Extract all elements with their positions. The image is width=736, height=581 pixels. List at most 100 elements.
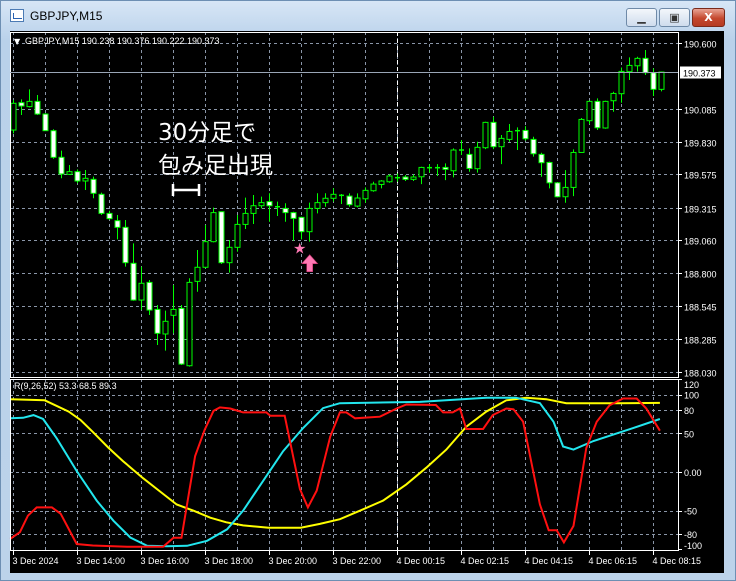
candle-bullish [322,197,329,204]
candle-bullish [498,137,505,148]
candle-bearish [106,212,113,220]
candle-bullish [258,202,265,207]
candle-bullish [506,130,513,140]
price-label: 189.060 [684,237,717,247]
candle-bearish [98,193,105,214]
price-label: 190.085 [684,106,717,116]
price-label: 189.575 [684,171,717,181]
time-label: 4 Dec 08:15 [653,556,702,566]
candle-bullish [306,207,313,233]
candle-bullish [242,212,249,225]
candle-bearish [650,72,657,90]
time-label: 4 Dec 06:15 [589,556,638,566]
candle-bullish [234,223,241,248]
candle-bearish [130,262,137,301]
price-label: 189.315 [684,205,717,215]
candle-bearish [146,281,153,311]
candle-bullish [610,92,617,102]
candle-bearish [266,201,273,207]
indicator-axis-label: 120 [684,380,699,390]
candle-bearish [218,211,225,264]
candle-bullish [314,202,321,209]
candle-bullish [410,176,417,180]
candle-bearish [546,161,553,184]
candle-bullish [602,100,609,129]
candle-bullish [66,171,73,175]
candle-bearish [74,171,81,182]
candle-bullish [354,197,361,207]
candle-bullish [618,70,625,95]
time-label: 3 Dec 2024 [13,556,59,566]
candle-bearish [282,207,289,214]
candle-bullish [658,71,665,90]
candle-bullish [474,146,481,170]
candle-bullish [210,212,217,243]
time-label: 4 Dec 00:15 [397,556,446,566]
time-label: 4 Dec 04:15 [525,556,574,566]
candle-bullish [226,246,233,264]
candle-bullish [418,166,425,178]
candle-bearish [18,102,25,107]
indicator-axis-label: 0.00 [684,468,702,478]
candle-bullish [570,151,577,188]
chart-background [10,31,724,573]
indicator-axis-label: -80 [684,530,697,540]
indicator-axis-label: -50 [684,507,697,517]
signal-star-icon: ★ [293,240,306,258]
candle-bearish [490,121,497,148]
price-label: 190.600 [684,40,717,50]
candle-bearish [114,220,121,228]
candle-bearish [466,153,473,169]
indicator-axis-label: 80 [684,406,694,416]
candle-bearish [522,129,529,140]
candle-bullish [202,241,209,268]
current-price-label: 190.373 [683,69,716,79]
candle-bearish [530,138,537,155]
price-label: 188.545 [684,303,717,313]
candle-bullish [362,189,369,200]
time-label: 3 Dec 22:00 [333,556,382,566]
price-label: 188.030 [684,369,717,379]
candle-bearish [58,156,65,175]
candle-bearish [538,153,545,164]
candle-bullish [586,100,593,122]
price-label: 189.830 [684,139,717,149]
candle-bullish [386,175,393,183]
indicator-axis-label: -100 [684,541,702,551]
time-label: 4 Dec 02:15 [461,556,510,566]
candle-bullish [378,180,385,185]
indicator-axis-label: 100 [684,391,699,401]
time-label: 3 Dec 14:00 [77,556,126,566]
candle-bullish [194,266,201,282]
candle-bearish [50,130,57,158]
candle-bullish [330,193,337,199]
candle-bullish [170,308,177,316]
candle-bullish [186,281,193,367]
candle-bullish [82,177,89,182]
header-arrow-icon[interactable]: ▼ [14,37,21,46]
candle-bullish [450,149,457,172]
candle-bullish [578,118,585,153]
candle-bearish [42,113,49,132]
price-chart[interactable]: 190.600 190.085 189.830 189.575 189.315 189.0… [0,0,736,581]
indicator-header: R(9,26,52) 53.3 68.5 89.3 [14,381,117,391]
candle-bearish [90,178,97,194]
candle-bullish [162,320,169,335]
candle-bearish [290,212,297,219]
candle-bullish [26,100,33,108]
chart-header: GBPJPY,M15 190.238 190.376 190.222 190.3… [25,36,220,46]
candle-bearish [642,57,649,74]
indicator-axis-label: 50 [684,429,694,439]
candle-bearish [594,100,601,129]
candle-bullish [10,102,17,131]
candle-bearish [554,182,561,198]
candle-bearish [402,176,409,180]
time-label: 3 Dec 18:00 [205,556,254,566]
candle-bullish [250,205,257,214]
candle-bullish [482,121,489,149]
time-label: 3 Dec 20:00 [269,556,318,566]
price-label: 188.800 [684,270,717,280]
candle-bearish [122,226,129,264]
candle-bullish [626,64,633,73]
annotation-line-1: 30分足で [158,120,256,146]
